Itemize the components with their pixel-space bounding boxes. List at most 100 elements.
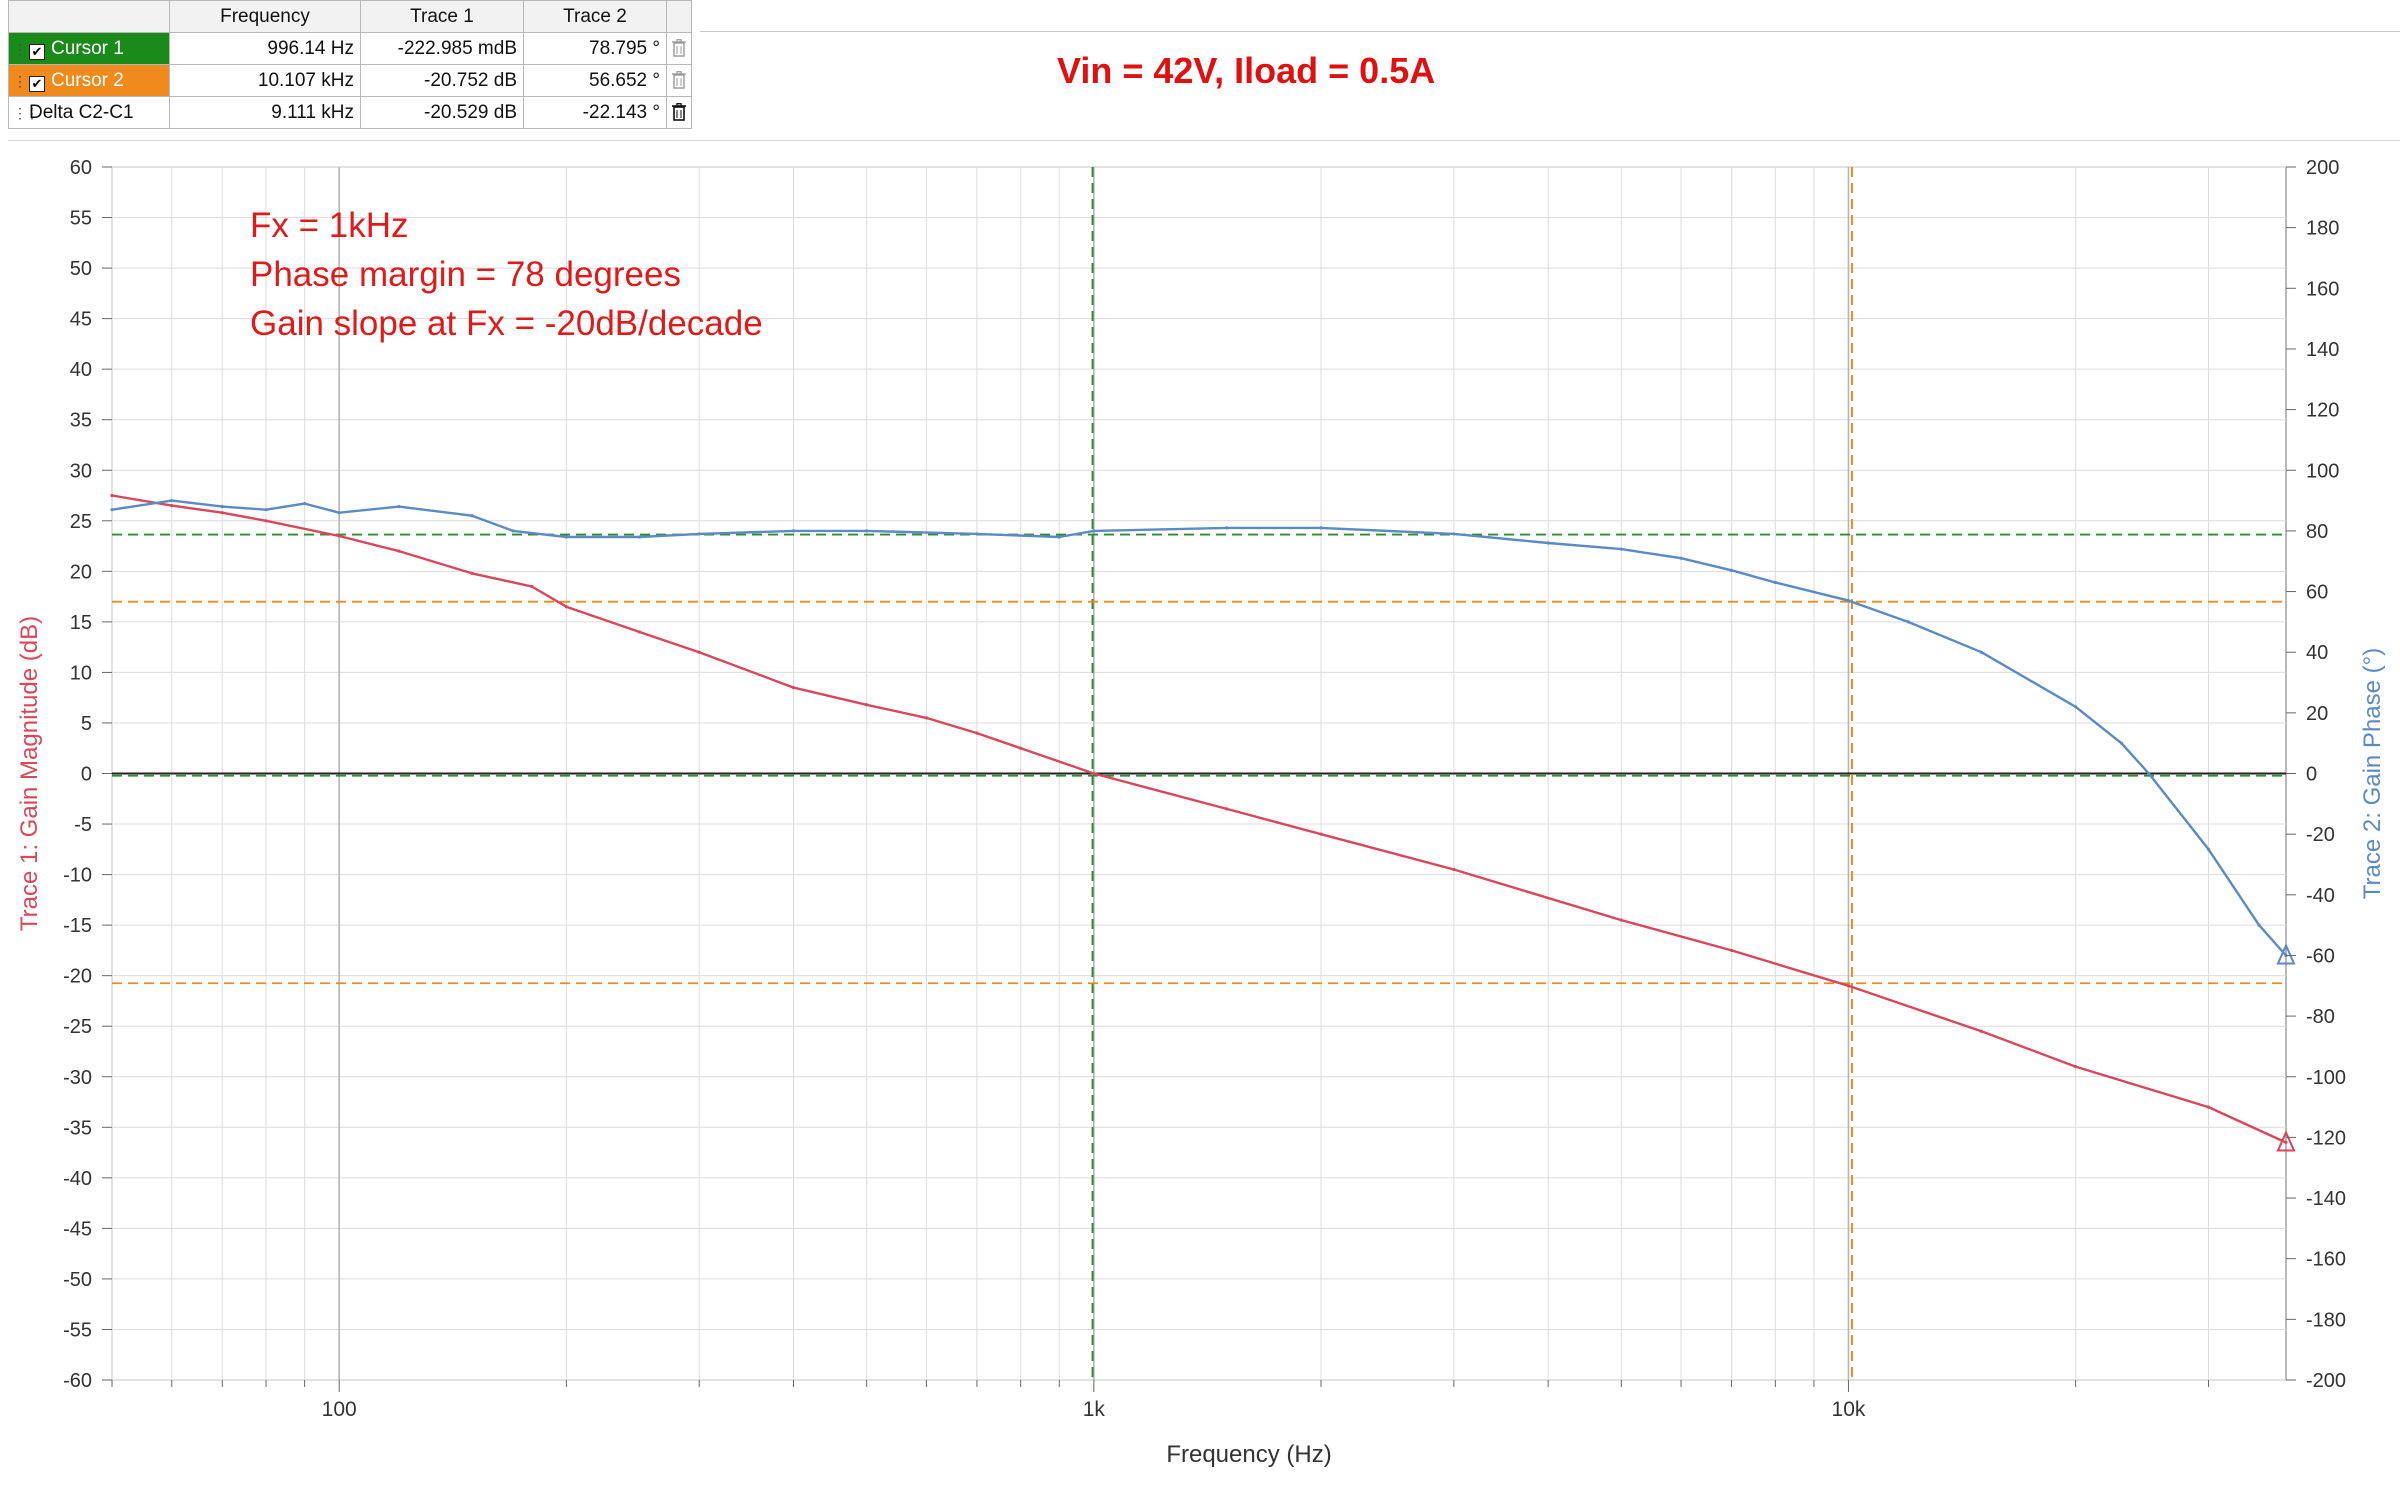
trash-icon (672, 103, 686, 122)
left-tick-label: 20 (70, 561, 92, 583)
cursor-2-name-cell[interactable]: ⋮⋮✔ Cursor 2 (8, 64, 170, 97)
left-tick-label: 10 (70, 662, 92, 684)
drag-handle-icon[interactable]: ⋮⋮ (13, 41, 39, 58)
cursor-2-checkbox[interactable]: ✔ (29, 75, 45, 92)
series-2-point (697, 532, 701, 536)
series-2-point (865, 529, 869, 533)
drag-handle-icon[interactable]: ⋮⋮ (13, 105, 39, 122)
left-tick-label: -10 (63, 865, 92, 887)
left-tick-label: 60 (70, 157, 92, 179)
annotation-1: Fx = 1kHz (250, 206, 409, 245)
series-1-point (975, 731, 979, 735)
series-1-point (697, 650, 701, 654)
delta-name-cell[interactable]: ⋮⋮Delta C2-C1 (8, 96, 170, 129)
series-2-point (303, 502, 307, 506)
left-tick-label: -40 (63, 1168, 92, 1190)
left-tick-label: -5 (74, 814, 92, 836)
series-2-point (1846, 599, 1851, 603)
series-1-point (1979, 1029, 1983, 1033)
series-2-point (264, 508, 268, 512)
series-1-point (1452, 867, 1456, 872)
series-1-point (564, 605, 568, 609)
series-1-point (2284, 1140, 2288, 1145)
series-2-point (470, 514, 474, 518)
cursor-row-1[interactable]: ⋮⋮✔ Cursor 1 996.14 Hz -222.985 mdB 78.79… (8, 32, 692, 65)
cursor-table-header: Frequency Trace 1 Trace 2 (8, 0, 692, 33)
delta-name: Delta C2-C1 (29, 101, 134, 123)
series-2-point (2119, 741, 2124, 745)
right-tick-label: 0 (2306, 764, 2317, 786)
series-2-point (791, 529, 796, 533)
right-tick-label: -80 (2306, 1006, 2335, 1028)
left-tick-label: 5 (81, 713, 92, 735)
left-axis-label: Trace 1: Gain Magnitude (dB) (16, 616, 43, 931)
series-2-point (975, 532, 979, 536)
cursor-row-2[interactable]: ⋮⋮✔ Cursor 2 10.107 kHz -20.752 dB 56.652… (8, 64, 692, 97)
series-1-point (397, 549, 401, 553)
series-1-point (220, 511, 224, 515)
series-2-point (1906, 620, 1910, 624)
left-tick-label: -15 (63, 915, 92, 937)
cursor-2-frequency: 10.107 kHz (169, 64, 361, 97)
header-frequency: Frequency (169, 0, 361, 33)
trash-icon (672, 71, 686, 90)
series-1-point (170, 504, 174, 508)
right-tick-label: -160 (2306, 1249, 2346, 1271)
cursor-1-name-cell[interactable]: ⋮⋮✔ Cursor 1 (8, 32, 170, 65)
left-tick-label: 0 (81, 764, 92, 786)
left-tick-label: 50 (70, 258, 92, 280)
left-tick-label: 40 (70, 359, 92, 381)
cursor-1-trace1: -222.985 mdB (360, 32, 524, 65)
drag-handle-icon[interactable]: ⋮⋮ (13, 73, 39, 90)
left-tick-label: 35 (70, 410, 92, 432)
left-tick-label: -20 (63, 966, 92, 988)
cursor-row-delta[interactable]: ⋮⋮Delta C2-C1 9.111 kHz -20.529 dB -22.1… (8, 96, 692, 129)
cursor-2-trace1: -20.752 dB (360, 64, 524, 97)
delta-trace1: -20.529 dB (360, 96, 524, 129)
series-2-point (337, 511, 341, 515)
right-tick-label: 160 (2306, 278, 2339, 300)
cursor-table: Frequency Trace 1 Trace 2 ⋮⋮✔ Cursor 1 99… (8, 0, 692, 129)
series-1-point (1729, 948, 1734, 952)
left-tick-label: -55 (63, 1319, 92, 1341)
left-tick-label: 45 (70, 309, 92, 331)
delta-trace2: -22.143 ° (523, 96, 667, 129)
series-2-point (1057, 535, 1061, 539)
right-tick-label: -200 (2306, 1370, 2346, 1392)
delta-delete-button[interactable] (666, 96, 692, 129)
series-1-point (924, 716, 929, 720)
series-1-point (530, 584, 534, 589)
series-1-point (110, 493, 114, 498)
series-2-point (1773, 580, 1777, 585)
series-2-point (2074, 705, 2078, 709)
series-1-point (637, 630, 642, 634)
trash-icon (672, 39, 686, 58)
header-trace1: Trace 1 (360, 0, 524, 33)
bode-plot[interactable]: 605550454035302520151050-5-10-15-20-25-3… (0, 150, 2400, 1492)
cursor-2-delete-button[interactable] (666, 64, 692, 97)
left-tick-label: -30 (63, 1067, 92, 1089)
left-tick-label: -45 (63, 1218, 92, 1240)
x-tick-label: 100 (322, 1398, 357, 1421)
series-1-point (1225, 807, 1229, 811)
series-1-point (865, 703, 869, 707)
delta-frequency: 9.111 kHz (169, 96, 361, 129)
right-tick-label: 60 (2306, 582, 2328, 604)
series-2-point (1619, 547, 1623, 551)
series-2-point (1979, 650, 1983, 654)
chart-title: Vin = 42V, Iload = 0.5A (1057, 50, 1436, 91)
right-tick-label: -180 (2306, 1309, 2346, 1331)
right-tick-label: 120 (2306, 400, 2339, 422)
right-tick-label: -40 (2306, 885, 2335, 907)
right-tick-label: 140 (2306, 339, 2339, 361)
cursor-2-trace2: 56.652 ° (523, 64, 667, 97)
annotation-2: Phase margin = 78 degrees (250, 255, 681, 294)
cursor-1-delete-button[interactable] (666, 32, 692, 65)
header-divider (700, 31, 2400, 32)
left-tick-label: 15 (70, 612, 92, 634)
series-2-point (1452, 532, 1456, 536)
right-tick-label: -100 (2306, 1067, 2346, 1089)
cursor-1-checkbox[interactable]: ✔ (29, 43, 45, 60)
right-tick-label: -140 (2306, 1188, 2346, 1210)
series-2-point (397, 505, 401, 509)
